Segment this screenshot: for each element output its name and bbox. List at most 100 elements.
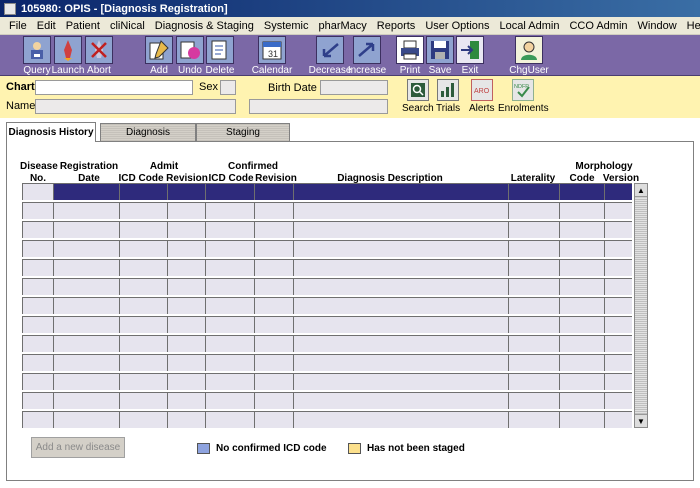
cell-laterality[interactable] <box>508 183 559 200</box>
calendar-button[interactable]: 31 Calendar <box>246 36 298 76</box>
cell-diagnosis-description[interactable] <box>293 221 508 238</box>
cell-registration-date[interactable] <box>53 297 119 314</box>
cell-admit-revision[interactable] <box>167 297 205 314</box>
table-row[interactable] <box>22 221 632 240</box>
cell-admit-icd-code[interactable] <box>119 183 167 200</box>
cell-confirmed-icd-code[interactable] <box>205 297 254 314</box>
cell-confirmed-revision[interactable] <box>254 335 293 352</box>
cell-admit-icd-code[interactable] <box>119 335 167 352</box>
cell-confirmed-icd-code[interactable] <box>205 392 254 409</box>
menu-reports[interactable]: Reports <box>372 20 421 32</box>
cell-laterality[interactable] <box>508 278 559 295</box>
cell-confirmed-revision[interactable] <box>254 221 293 238</box>
cell-confirmed-icd-code[interactable] <box>205 316 254 333</box>
cell-admit-revision[interactable] <box>167 316 205 333</box>
cell-registration-date[interactable] <box>53 221 119 238</box>
birth-date-field[interactable] <box>320 80 388 95</box>
cell-disease-no[interactable] <box>22 278 53 295</box>
cell-admit-revision[interactable] <box>167 392 205 409</box>
cell-admit-revision[interactable] <box>167 259 205 276</box>
cell-admit-icd-code[interactable] <box>119 373 167 390</box>
cell-disease-no[interactable] <box>22 373 53 390</box>
cell-laterality[interactable] <box>508 392 559 409</box>
tab-staging[interactable]: Staging <box>196 123 290 141</box>
cell-diagnosis-description[interactable] <box>293 278 508 295</box>
cell-laterality[interactable] <box>508 354 559 371</box>
cell-registration-date[interactable] <box>53 411 119 428</box>
table-row[interactable] <box>22 202 632 221</box>
cell-morphology-code[interactable] <box>559 240 604 257</box>
cell-diagnosis-description[interactable] <box>293 354 508 371</box>
exit-button[interactable]: Exit <box>444 36 496 76</box>
cell-laterality[interactable] <box>508 297 559 314</box>
cell-admit-icd-code[interactable] <box>119 221 167 238</box>
table-row[interactable] <box>22 354 632 373</box>
chart-field[interactable] <box>35 80 193 95</box>
cell-morphology-version[interactable] <box>604 392 632 409</box>
cell-disease-no[interactable] <box>22 316 53 333</box>
cell-confirmed-revision[interactable] <box>254 278 293 295</box>
cell-admit-revision[interactable] <box>167 278 205 295</box>
cell-confirmed-revision[interactable] <box>254 392 293 409</box>
scroll-down-icon[interactable]: ▼ <box>635 414 647 427</box>
table-row[interactable] <box>22 259 632 278</box>
cell-admit-revision[interactable] <box>167 202 205 219</box>
menu-help[interactable]: Help <box>682 20 700 32</box>
cell-disease-no[interactable] <box>22 335 53 352</box>
cell-laterality[interactable] <box>508 373 559 390</box>
menu-pharmacy[interactable]: pharMacy <box>313 20 371 32</box>
table-row[interactable] <box>22 183 632 202</box>
cell-morphology-version[interactable] <box>604 278 632 295</box>
cell-admit-revision[interactable] <box>167 221 205 238</box>
cell-disease-no[interactable] <box>22 259 53 276</box>
menu-diagnosis-staging[interactable]: Diagnosis & Staging <box>150 20 259 32</box>
cell-laterality[interactable] <box>508 240 559 257</box>
delete-button[interactable]: Delete <box>194 36 246 76</box>
cell-laterality[interactable] <box>508 259 559 276</box>
cell-registration-date[interactable] <box>53 392 119 409</box>
cell-registration-date[interactable] <box>53 316 119 333</box>
table-row[interactable] <box>22 411 632 430</box>
cell-admit-revision[interactable] <box>167 411 205 428</box>
cell-disease-no[interactable] <box>22 297 53 314</box>
cell-morphology-code[interactable] <box>559 259 604 276</box>
menu-file[interactable]: File <box>4 20 32 32</box>
cell-confirmed-icd-code[interactable] <box>205 354 254 371</box>
search-button[interactable]: Search <box>402 79 434 114</box>
cell-morphology-code[interactable] <box>559 335 604 352</box>
cell-morphology-code[interactable] <box>559 183 604 200</box>
cell-confirmed-icd-code[interactable] <box>205 183 254 200</box>
cell-diagnosis-description[interactable] <box>293 202 508 219</box>
cell-confirmed-revision[interactable] <box>254 411 293 428</box>
sex-field[interactable] <box>220 80 236 95</box>
table-row[interactable] <box>22 297 632 316</box>
menu-local-admin[interactable]: Local Admin <box>495 20 565 32</box>
cell-morphology-code[interactable] <box>559 297 604 314</box>
alerts-button[interactable]: ARO Alerts <box>469 79 495 114</box>
cell-disease-no[interactable] <box>22 392 53 409</box>
cell-admit-revision[interactable] <box>167 240 205 257</box>
menu-patient[interactable]: Patient <box>61 20 105 32</box>
cell-morphology-code[interactable] <box>559 354 604 371</box>
cell-registration-date[interactable] <box>53 240 119 257</box>
cell-morphology-code[interactable] <box>559 221 604 238</box>
cell-admit-icd-code[interactable] <box>119 354 167 371</box>
cell-registration-date[interactable] <box>53 278 119 295</box>
add-new-disease-button[interactable]: Add a new disease <box>31 437 125 458</box>
cell-morphology-code[interactable] <box>559 392 604 409</box>
cell-confirmed-revision[interactable] <box>254 297 293 314</box>
name-field-extra[interactable] <box>249 99 388 114</box>
table-row[interactable] <box>22 316 632 335</box>
cell-confirmed-icd-code[interactable] <box>205 278 254 295</box>
cell-confirmed-revision[interactable] <box>254 354 293 371</box>
cell-laterality[interactable] <box>508 335 559 352</box>
cell-diagnosis-description[interactable] <box>293 411 508 428</box>
table-row[interactable] <box>22 392 632 411</box>
cell-morphology-version[interactable] <box>604 221 632 238</box>
cell-diagnosis-description[interactable] <box>293 240 508 257</box>
tab-diagnosis[interactable]: Diagnosis <box>100 123 196 141</box>
cell-morphology-version[interactable] <box>604 316 632 333</box>
cell-morphology-version[interactable] <box>604 240 632 257</box>
change-user-button[interactable]: ChgUser <box>503 36 555 76</box>
menu-cco-admin[interactable]: CCO Admin <box>564 20 632 32</box>
